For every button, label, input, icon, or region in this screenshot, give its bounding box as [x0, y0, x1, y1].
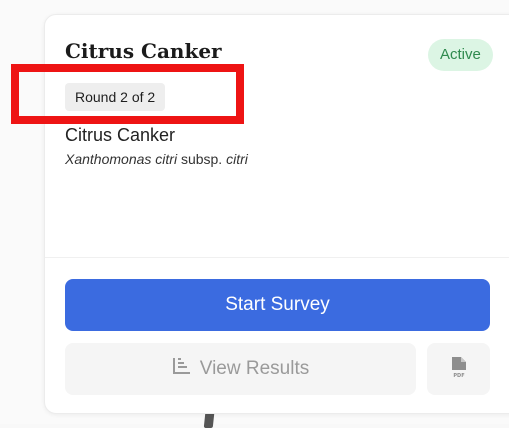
survey-card: Citrus Canker Active Round 2 of 2 Citrus… [44, 14, 509, 414]
pathogen-common-name: Citrus Canker [65, 125, 176, 145]
card-title: Citrus Canker [65, 39, 222, 63]
pdf-file-icon: PDF [450, 356, 468, 382]
view-results-button[interactable]: View Results [65, 343, 416, 395]
pathogen-species: Xanthomonas citri [65, 151, 178, 167]
view-results-label: View Results [199, 358, 310, 379]
pdf-icon-label: PDF [453, 373, 464, 379]
status-badge: Active [428, 39, 493, 71]
bar-chart-icon [172, 358, 190, 380]
pathogen-scientific-name: Xanthomonas citri subsp. citri [65, 151, 248, 167]
export-pdf-button[interactable]: PDF [427, 343, 490, 395]
pathogen-subsp-label: subsp. [180, 151, 223, 167]
divider [45, 257, 509, 258]
round-tag: Round 2 of 2 [65, 83, 166, 111]
start-survey-button[interactable]: Start Survey [65, 279, 490, 331]
pathogen-subsp-name: citri [226, 151, 248, 167]
